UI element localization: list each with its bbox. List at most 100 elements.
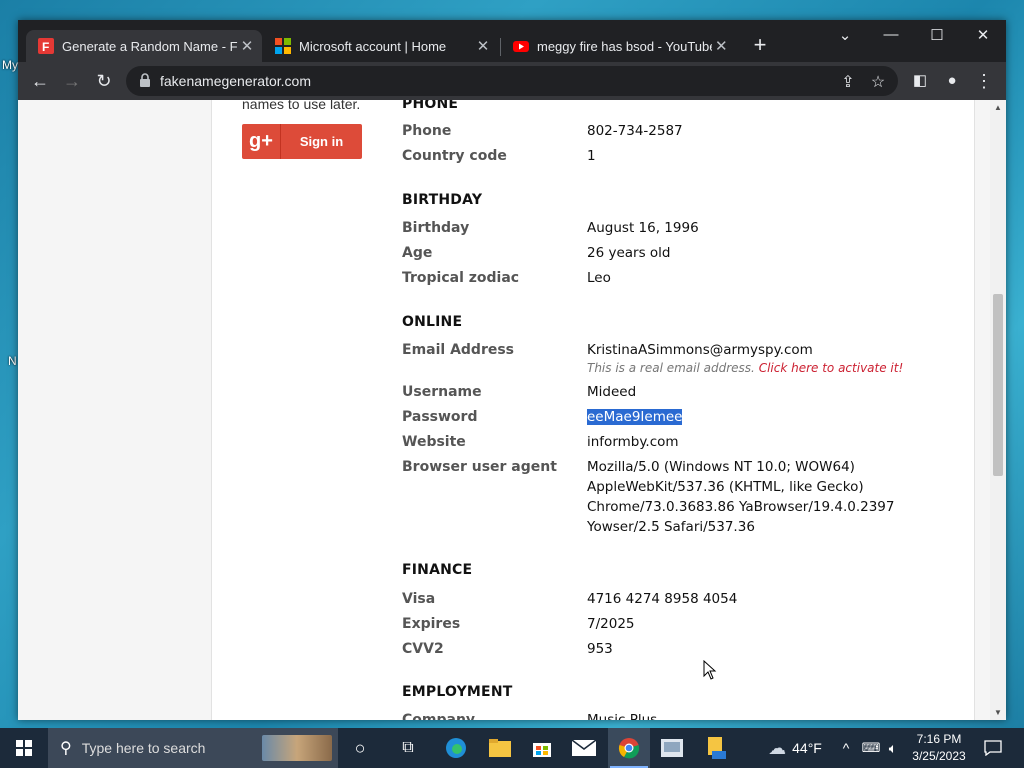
tab-fakename[interactable]: F Generate a Random Name - Fake ✕ bbox=[26, 30, 262, 62]
windows-logo-icon bbox=[16, 740, 32, 756]
reload-button[interactable]: ↻ bbox=[92, 70, 116, 92]
section-heading-finance: FINANCE bbox=[402, 562, 473, 578]
phone-value: 802-734-2587 bbox=[587, 123, 683, 139]
close-window-button[interactable]: ✕ bbox=[968, 26, 998, 44]
notification-icon[interactable] bbox=[978, 728, 1008, 768]
maximize-button[interactable]: ☐ bbox=[922, 26, 952, 44]
browser-toolbar: ← → ↻ fakenamegenerator.com ⇪ ☆ ◧ ● ⋮ bbox=[18, 62, 1006, 100]
field-label: Username bbox=[402, 384, 482, 400]
field-label: Birthday bbox=[402, 220, 470, 236]
side-panel-icon[interactable]: ◧ bbox=[908, 70, 932, 92]
tab-youtube[interactable]: meggy fire has bsod - YouTube ✕ bbox=[501, 30, 737, 62]
new-tab-button[interactable]: + bbox=[748, 34, 772, 56]
field-label: Password bbox=[402, 409, 478, 425]
sidebar-text: names to use later. bbox=[242, 100, 361, 112]
desktop-icon-label[interactable]: N bbox=[8, 354, 17, 368]
scroll-down-arrow-icon[interactable]: ▼ bbox=[990, 708, 1006, 717]
activate-email-link[interactable]: Click here to activate it! bbox=[759, 361, 904, 375]
field-label: Company bbox=[402, 712, 476, 720]
page-content: names to use later. g+ Sign in PHONE Pho… bbox=[211, 100, 975, 720]
google-plus-icon: g+ bbox=[242, 124, 281, 159]
clock-time: 7:16 PM bbox=[916, 732, 962, 746]
tab-title: Generate a Random Name - Fake bbox=[62, 38, 238, 54]
website-value: informby.com bbox=[587, 434, 679, 450]
section-heading-phone: PHONE bbox=[402, 100, 459, 112]
age-value: 26 years old bbox=[587, 245, 671, 261]
field-label: Tropical zodiac bbox=[402, 270, 520, 286]
cvv-value: 953 bbox=[587, 641, 613, 657]
file-manager-icon[interactable] bbox=[696, 728, 736, 768]
user-agent-line: Yowser/2.5 Safari/537.36 bbox=[587, 519, 755, 535]
close-tab-icon[interactable]: ✕ bbox=[238, 37, 256, 55]
user-agent-line: AppleWebKit/537.36 (KHTML, like Gecko) bbox=[587, 479, 864, 495]
email-value: KristinaASimmons@armyspy.com bbox=[587, 342, 813, 358]
weather-widget[interactable]: ☁ 44°F bbox=[760, 728, 830, 768]
field-label: Country code bbox=[402, 148, 507, 164]
desktop-icon-label[interactable]: My bbox=[2, 58, 18, 72]
user-agent-value: Mozilla/5.0 (Windows NT 10.0; WOW64) App… bbox=[587, 457, 894, 537]
tab-title: Microsoft account | Home bbox=[299, 38, 447, 54]
page-scrollbar[interactable]: ▲ ▼ bbox=[990, 100, 1006, 720]
selected-password-text[interactable]: eeMae9Iemee bbox=[587, 409, 683, 425]
fakename-favicon-icon: F bbox=[38, 38, 54, 54]
lock-icon[interactable] bbox=[140, 73, 150, 87]
cortana-icon[interactable]: ○ bbox=[340, 728, 380, 768]
zodiac-value: Leo bbox=[587, 270, 611, 286]
tab-microsoft[interactable]: Microsoft account | Home ✕ bbox=[263, 30, 499, 62]
section-heading-online: ONLINE bbox=[402, 314, 463, 330]
signin-label: Sign in bbox=[299, 134, 344, 149]
bookmark-star-icon[interactable]: ☆ bbox=[868, 72, 888, 92]
expires-value: 7/2025 bbox=[587, 616, 635, 632]
cloud-icon: ☁ bbox=[768, 737, 787, 758]
edge-icon[interactable] bbox=[436, 728, 476, 768]
chrome-icon[interactable] bbox=[608, 728, 650, 768]
email-note-text: This is a real email address. bbox=[587, 361, 755, 375]
weather-temp: 44°F bbox=[792, 740, 822, 756]
svg-text:F: F bbox=[42, 40, 49, 54]
scroll-thumb[interactable] bbox=[993, 294, 1003, 476]
tab-strip: F Generate a Random Name - Fake ✕ Micros… bbox=[18, 20, 1006, 62]
task-view-icon[interactable]: ⧉ bbox=[388, 728, 428, 768]
birthday-value: August 16, 1996 bbox=[587, 220, 699, 236]
company-value: Music Plus bbox=[587, 712, 658, 720]
field-label: Age bbox=[402, 245, 433, 261]
tab-search-chevron-icon[interactable]: ⌄ bbox=[830, 26, 860, 44]
country-code-value: 1 bbox=[587, 148, 596, 164]
field-label: Visa bbox=[402, 591, 436, 607]
user-agent-line: Chrome/73.0.3683.86 YaBrowser/19.4.0.239… bbox=[587, 499, 895, 515]
field-label: Email Address bbox=[402, 342, 515, 358]
youtube-favicon-icon bbox=[513, 41, 529, 52]
page-viewport: names to use later. g+ Sign in PHONE Pho… bbox=[18, 100, 990, 720]
menu-kebab-icon[interactable]: ⋮ bbox=[972, 70, 996, 92]
scroll-up-arrow-icon[interactable]: ▲ bbox=[990, 103, 1006, 112]
clock-date: 3/25/2023 bbox=[912, 749, 966, 763]
mouse-cursor-icon bbox=[703, 660, 717, 680]
minimize-button[interactable]: — bbox=[876, 26, 906, 43]
field-label: Browser user agent bbox=[402, 459, 557, 475]
section-heading-birthday: BIRTHDAY bbox=[402, 192, 483, 208]
start-button[interactable] bbox=[0, 728, 48, 768]
google-plus-signin-button[interactable]: g+ Sign in bbox=[242, 124, 362, 159]
file-explorer-icon[interactable] bbox=[480, 728, 520, 768]
address-bar[interactable]: fakenamegenerator.com ⇪ ☆ bbox=[126, 66, 898, 96]
field-label: Website bbox=[402, 434, 466, 450]
close-tab-icon[interactable]: ✕ bbox=[473, 37, 493, 55]
mail-icon[interactable] bbox=[564, 728, 604, 768]
show-hidden-icons-chevron-icon[interactable]: ^ bbox=[836, 728, 856, 768]
store-icon[interactable] bbox=[522, 728, 562, 768]
url-text[interactable]: fakenamegenerator.com bbox=[160, 73, 311, 89]
back-button[interactable]: ← bbox=[28, 70, 52, 92]
username-value: Mideed bbox=[587, 384, 637, 400]
share-icon[interactable]: ⇪ bbox=[838, 72, 858, 92]
system-clock[interactable]: 7:16 PM 3/25/2023 bbox=[904, 731, 974, 765]
search-placeholder: Type here to search bbox=[81, 740, 206, 756]
profile-icon[interactable]: ● bbox=[940, 70, 964, 92]
network-icon[interactable]: ⌨ bbox=[860, 728, 882, 768]
forward-button[interactable]: → bbox=[60, 70, 84, 92]
control-panel-icon[interactable] bbox=[652, 728, 692, 768]
search-icon: ⚲ bbox=[60, 740, 72, 757]
volume-icon[interactable]: 🔈︎ bbox=[882, 728, 904, 768]
close-tab-icon[interactable]: ✕ bbox=[712, 37, 731, 55]
taskbar-search[interactable]: ⚲ Type here to search bbox=[48, 728, 338, 768]
password-value: eeMae9Iemee bbox=[587, 407, 683, 427]
